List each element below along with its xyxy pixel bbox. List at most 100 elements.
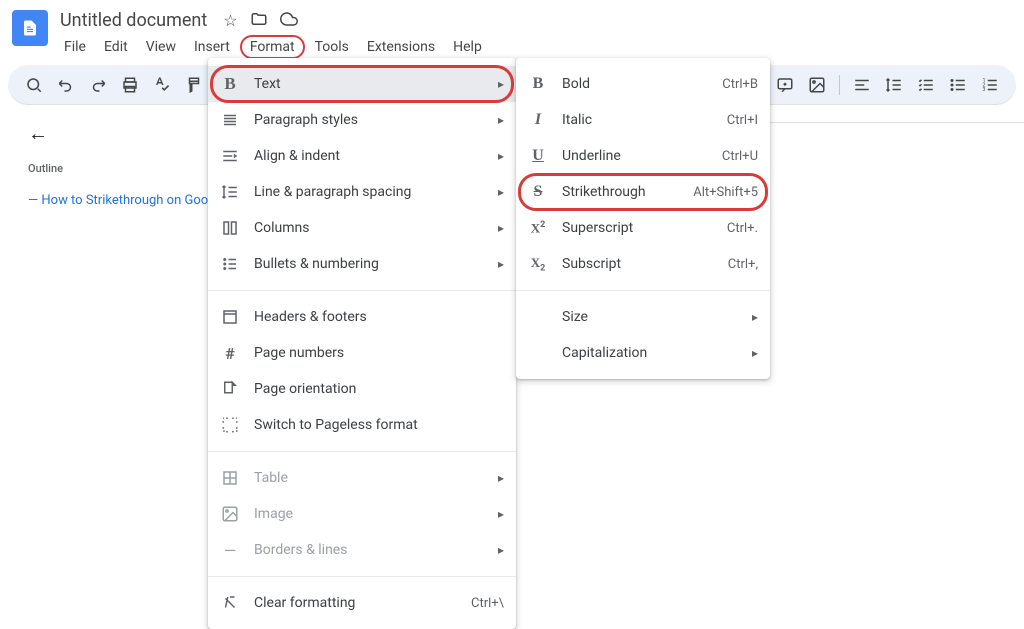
X₂-icon: X2 [528, 254, 548, 274]
menu-item-label: Subscript [562, 256, 728, 272]
shortcut-label: Ctrl+B [722, 77, 758, 92]
spellcheck-icon[interactable] [148, 71, 176, 99]
bullet-list-icon[interactable] [944, 71, 972, 99]
shortcut-label: Ctrl+. [727, 221, 758, 236]
text-menu-subscript[interactable]: X2SubscriptCtrl+, [516, 246, 770, 282]
checklist-icon[interactable] [912, 71, 940, 99]
menu-item-label: Strikethrough [562, 184, 693, 200]
text-menu-underline[interactable]: UUnderlineCtrl+U [516, 138, 770, 174]
blank-icon [528, 307, 548, 327]
menu-item-label: Paragraph styles [254, 112, 498, 128]
format-menu-switch-to-pageless-format[interactable]: Switch to Pageless format [208, 407, 516, 443]
menu-item-label: Line & paragraph spacing [254, 184, 498, 200]
move-icon[interactable] [250, 10, 268, 32]
text-menu-strikethrough[interactable]: S StrikethroughAlt+Shift+5 [516, 174, 770, 210]
B-icon: B [528, 74, 548, 94]
menu-format[interactable]: Format [240, 35, 305, 59]
menu-item-label: Bullets & numbering [254, 256, 498, 272]
text-menu-italic[interactable]: I ItalicCtrl+I [516, 102, 770, 138]
docs-logo[interactable] [12, 10, 48, 46]
menu-item-label: Superscript [562, 220, 727, 236]
menu-file[interactable]: File [56, 35, 94, 59]
hash-icon: # [220, 343, 240, 363]
menu-item-label: Italic [562, 112, 727, 128]
format-menu-bullets-numbering[interactable]: Bullets & numbering▸ [208, 246, 516, 282]
shortcut-label: Alt+Shift+5 [693, 185, 758, 200]
pageless-icon [220, 415, 240, 435]
numbered-list-icon[interactable]: 123 [976, 71, 1004, 99]
search-icon[interactable] [20, 71, 48, 99]
menu-item-label: Clear formatting [254, 595, 471, 611]
menubar: FileEditViewInsertFormatToolsExtensionsH… [56, 35, 1012, 59]
print-icon[interactable] [116, 71, 144, 99]
menu-item-label: Borders & lines [254, 542, 498, 558]
bullets-icon [220, 254, 240, 274]
menu-item-label: Page orientation [254, 381, 504, 397]
format-menu-line-paragraph-spacing[interactable]: Line & paragraph spacing▸ [208, 174, 516, 210]
orientation-icon [220, 379, 240, 399]
format-menu-headers-footers[interactable]: Headers & footers [208, 299, 516, 335]
table-icon [220, 468, 240, 488]
I-icon: I [528, 110, 548, 130]
menu-item-label: Bold [562, 76, 722, 92]
shortcut-label: Ctrl+I [727, 113, 758, 128]
star-icon[interactable]: ☆ [223, 11, 237, 30]
menu-item-label: Text [254, 76, 498, 92]
columns-icon [220, 218, 240, 238]
document-title[interactable]: Untitled document [56, 8, 211, 33]
menu-item-label: Page numbers [254, 345, 504, 361]
format-menu-dropdown: BText▸Paragraph styles▸Align & indent▸Li… [208, 58, 516, 629]
text-menu-superscript[interactable]: X2 SuperscriptCtrl+. [516, 210, 770, 246]
text-menu-capitalization[interactable]: Capitalization▸ [516, 335, 770, 371]
menu-help[interactable]: Help [445, 35, 490, 59]
menu-edit[interactable]: Edit [96, 35, 136, 59]
submenu-arrow-icon: ▸ [498, 77, 504, 91]
U-icon: U [528, 146, 548, 166]
menu-view[interactable]: View [138, 35, 184, 59]
text-menu-size[interactable]: Size▸ [516, 299, 770, 335]
paint-format-icon[interactable] [180, 71, 208, 99]
header: Untitled document ☆ FileEditViewInsertFo… [0, 0, 1024, 59]
text-submenu-dropdown: BBoldCtrl+BIItalicCtrl+IUUnderlineCtrl+U… [516, 58, 770, 379]
image-icon [220, 504, 240, 524]
shortcut-label: Ctrl+\ [471, 596, 504, 611]
clear-icon [220, 593, 240, 613]
submenu-arrow-icon: ▸ [752, 310, 758, 324]
menu-item-label: Capitalization [562, 345, 752, 361]
blank-icon [528, 343, 548, 363]
submenu-arrow-icon: ▸ [498, 113, 504, 127]
menu-extensions[interactable]: Extensions [359, 35, 443, 59]
text-menu-bold[interactable]: B BoldCtrl+B [516, 66, 770, 102]
format-menu-page-orientation[interactable]: Page orientation [208, 371, 516, 407]
insert-comment-icon[interactable] [771, 71, 799, 99]
format-menu-clear-formatting[interactable]: Clear formattingCtrl+\ [208, 585, 516, 621]
format-menu-text[interactable]: B Text▸ [208, 66, 516, 102]
menu-item-label: Switch to Pageless format [254, 417, 504, 433]
format-menu-paragraph-styles[interactable]: Paragraph styles▸ [208, 102, 516, 138]
format-menu-align-indent[interactable]: Align & indent▸ [208, 138, 516, 174]
submenu-arrow-icon: ▸ [498, 257, 504, 271]
pilcrow-icon [220, 110, 240, 130]
undo-icon[interactable] [52, 71, 80, 99]
format-menu-columns[interactable]: Columns▸ [208, 210, 516, 246]
bold-icon: B [220, 74, 240, 94]
linespacing-icon [220, 182, 240, 202]
cloud-icon[interactable] [280, 10, 298, 32]
submenu-arrow-icon: ▸ [498, 507, 504, 521]
align-icon[interactable] [848, 71, 876, 99]
insert-image-icon[interactable] [803, 71, 831, 99]
line-spacing-icon[interactable] [880, 71, 908, 99]
borders-icon: — [220, 540, 240, 560]
menu-item-label: Image [254, 506, 498, 522]
S-icon: S [528, 182, 548, 202]
redo-icon[interactable] [84, 71, 112, 99]
X²-icon: X2 [528, 218, 548, 238]
submenu-arrow-icon: ▸ [498, 185, 504, 199]
format-menu-page-numbers[interactable]: # Page numbers [208, 335, 516, 371]
menu-item-label: Table [254, 470, 498, 486]
menu-insert[interactable]: Insert [186, 35, 238, 59]
menu-item-label: Underline [562, 148, 722, 164]
menu-tools[interactable]: Tools [307, 35, 357, 59]
title-area: Untitled document ☆ FileEditViewInsertFo… [56, 8, 1012, 59]
menu-item-label: Headers & footers [254, 309, 504, 325]
